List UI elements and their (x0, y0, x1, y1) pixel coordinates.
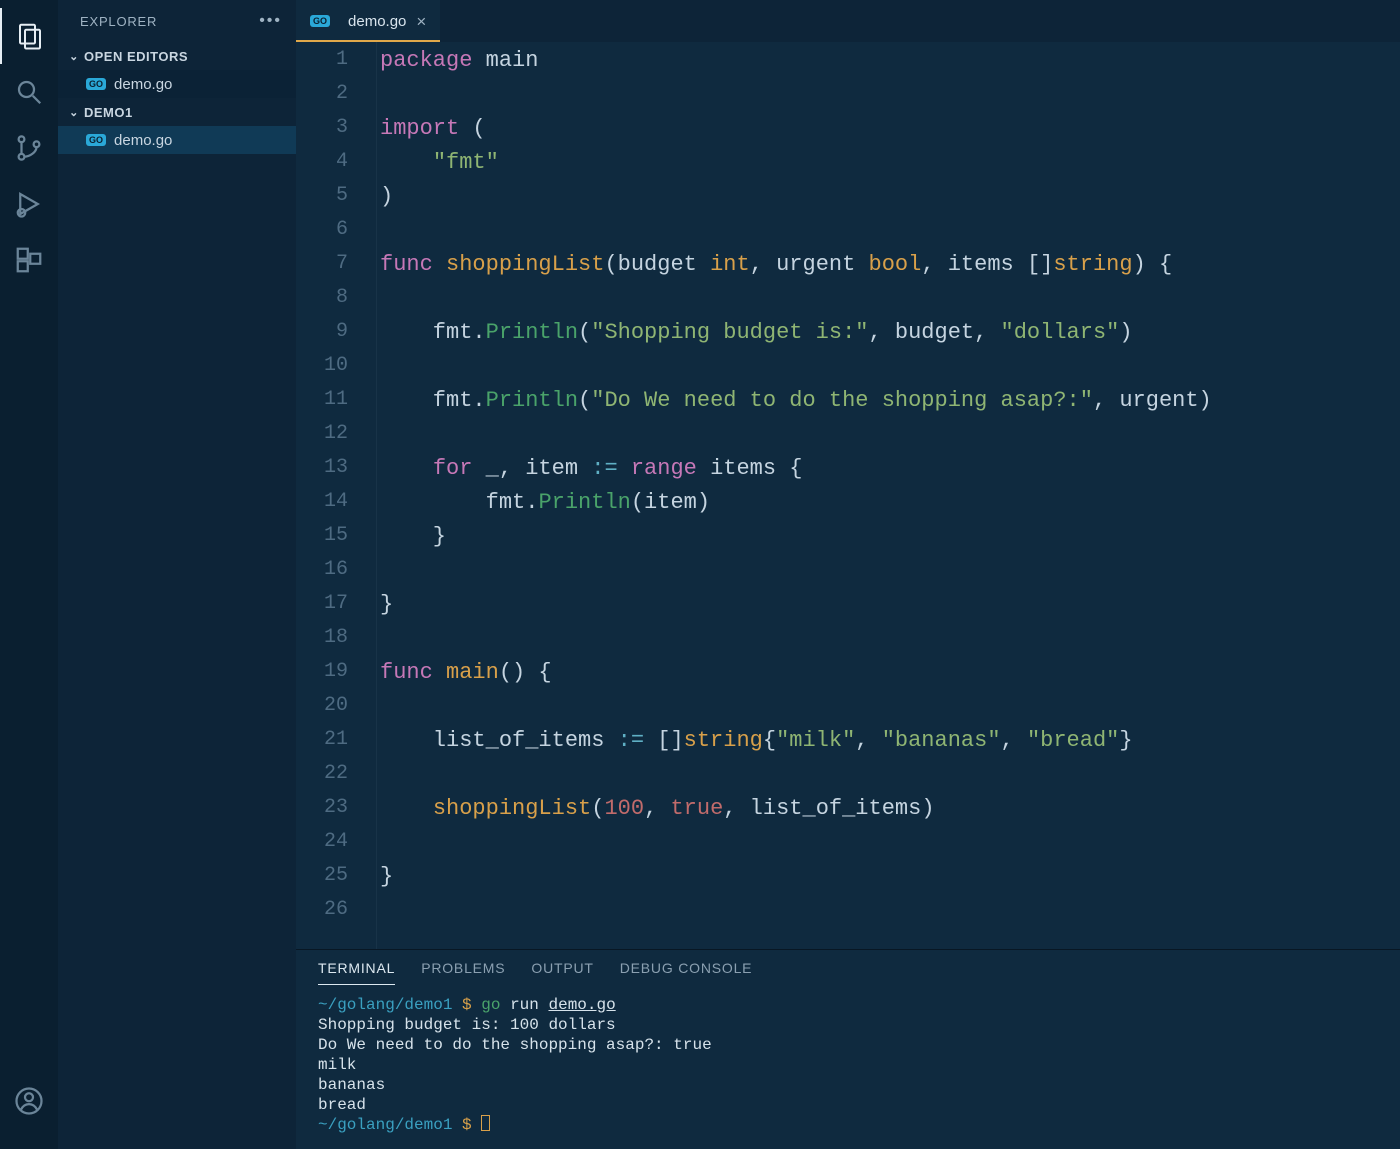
explorer-more-icon[interactable]: ••• (259, 12, 282, 30)
panel-tab-output[interactable]: OUTPUT (531, 960, 593, 985)
go-lang-badge: GO (86, 134, 106, 146)
line-number: 5 (296, 184, 376, 218)
line-number: 21 (296, 728, 376, 762)
close-icon[interactable]: × (416, 13, 426, 30)
go-lang-badge: GO (86, 78, 106, 90)
code-line[interactable]: shoppingList(100, true, list_of_items) (376, 796, 1400, 830)
line-number: 14 (296, 490, 376, 524)
bottom-panel: TERMINAL PROBLEMS OUTPUT DEBUG CONSOLE ~/go… (296, 949, 1400, 1149)
code-line[interactable]: fmt.Println(item) (376, 490, 1400, 524)
line-number: 9 (296, 320, 376, 354)
line-number: 1 (296, 48, 376, 82)
chevron-down-icon: ⌄ (66, 106, 82, 119)
code-line[interactable]: for _, item := range items { (376, 456, 1400, 490)
panel-tab-debug-console[interactable]: DEBUG CONSOLE (620, 960, 753, 985)
file-tree-item[interactable]: GO demo.go (58, 126, 296, 154)
project-label: DEMO1 (84, 105, 133, 120)
line-number: 16 (296, 558, 376, 592)
code-line[interactable]: fmt.Println("Shopping budget is:", budge… (376, 320, 1400, 354)
line-number: 13 (296, 456, 376, 490)
line-number: 25 (296, 864, 376, 898)
line-number: 11 (296, 388, 376, 422)
activity-bar (0, 0, 58, 1149)
open-editors-header[interactable]: ⌄ OPEN EDITORS (58, 42, 296, 70)
terminal-output[interactable]: ~/golang/demo1 $ go run demo.go Shopping… (296, 985, 1400, 1149)
line-number: 3 (296, 116, 376, 150)
line-number: 24 (296, 830, 376, 864)
line-number-gutter: 1234567891011121314151617181920212223242… (296, 42, 376, 949)
search-icon[interactable] (0, 64, 58, 120)
line-number: 4 (296, 150, 376, 184)
editor-tab-label: demo.go (348, 13, 406, 30)
panel-tab-problems[interactable]: PROBLEMS (421, 960, 505, 985)
go-lang-badge: GO (310, 15, 330, 27)
open-editor-filename: demo.go (114, 76, 172, 93)
code-line[interactable] (376, 626, 1400, 660)
line-number: 26 (296, 898, 376, 932)
line-number: 12 (296, 422, 376, 456)
panel-tabs: TERMINAL PROBLEMS OUTPUT DEBUG CONSOLE (296, 950, 1400, 985)
code-area[interactable]: package main import ( "fmt") func shopping… (376, 42, 1400, 949)
code-line[interactable]: "fmt" (376, 150, 1400, 184)
line-number: 10 (296, 354, 376, 388)
run-debug-icon[interactable] (0, 176, 58, 232)
chevron-down-icon: ⌄ (66, 50, 82, 63)
explorer-title: EXPLORER (80, 14, 157, 29)
explorer-sidebar: EXPLORER ••• ⌄ OPEN EDITORS GO demo.go ⌄… (58, 0, 296, 1149)
code-line[interactable]: ) (376, 184, 1400, 218)
code-line[interactable] (376, 762, 1400, 796)
code-line[interactable]: } (376, 592, 1400, 626)
line-number: 2 (296, 82, 376, 116)
line-number: 19 (296, 660, 376, 694)
line-number: 18 (296, 626, 376, 660)
explorer-icon[interactable] (0, 8, 58, 64)
code-line[interactable] (376, 286, 1400, 320)
open-editor-item[interactable]: GO demo.go (58, 70, 296, 98)
code-line[interactable] (376, 898, 1400, 932)
code-line[interactable]: fmt.Println("Do We need to do the shoppi… (376, 388, 1400, 422)
code-line[interactable]: } (376, 864, 1400, 898)
line-number: 15 (296, 524, 376, 558)
code-line[interactable] (376, 694, 1400, 728)
line-number: 7 (296, 252, 376, 286)
panel-tab-terminal[interactable]: TERMINAL (318, 960, 395, 985)
code-line[interactable]: func main() { (376, 660, 1400, 694)
code-line[interactable]: list_of_items := []string{"milk", "banan… (376, 728, 1400, 762)
line-number: 17 (296, 592, 376, 626)
code-line[interactable] (376, 830, 1400, 864)
code-line[interactable] (376, 422, 1400, 456)
code-line[interactable]: func shoppingList(budget int, urgent boo… (376, 252, 1400, 286)
code-line[interactable]: } (376, 524, 1400, 558)
file-tree-filename: demo.go (114, 132, 172, 149)
main-column: GO demo.go × 123456789101112131415161718… (296, 0, 1400, 1149)
code-line[interactable]: import ( (376, 116, 1400, 150)
code-line[interactable] (376, 218, 1400, 252)
line-number: 8 (296, 286, 376, 320)
open-editors-label: OPEN EDITORS (84, 49, 188, 64)
editor-tabs: GO demo.go × (296, 0, 1400, 42)
line-number: 20 (296, 694, 376, 728)
code-editor[interactable]: 1234567891011121314151617181920212223242… (296, 42, 1400, 949)
line-number: 23 (296, 796, 376, 830)
code-line[interactable] (376, 354, 1400, 388)
editor-tab[interactable]: GO demo.go × (296, 0, 440, 42)
extensions-icon[interactable] (0, 232, 58, 288)
project-header[interactable]: ⌄ DEMO1 (58, 98, 296, 126)
explorer-title-row: EXPLORER ••• (58, 0, 296, 42)
app-root: EXPLORER ••• ⌄ OPEN EDITORS GO demo.go ⌄… (0, 0, 1400, 1149)
code-line[interactable]: package main (376, 48, 1400, 82)
code-line[interactable] (376, 82, 1400, 116)
line-number: 22 (296, 762, 376, 796)
account-icon[interactable] (0, 1073, 58, 1129)
line-number: 6 (296, 218, 376, 252)
code-line[interactable] (376, 558, 1400, 592)
source-control-icon[interactable] (0, 120, 58, 176)
